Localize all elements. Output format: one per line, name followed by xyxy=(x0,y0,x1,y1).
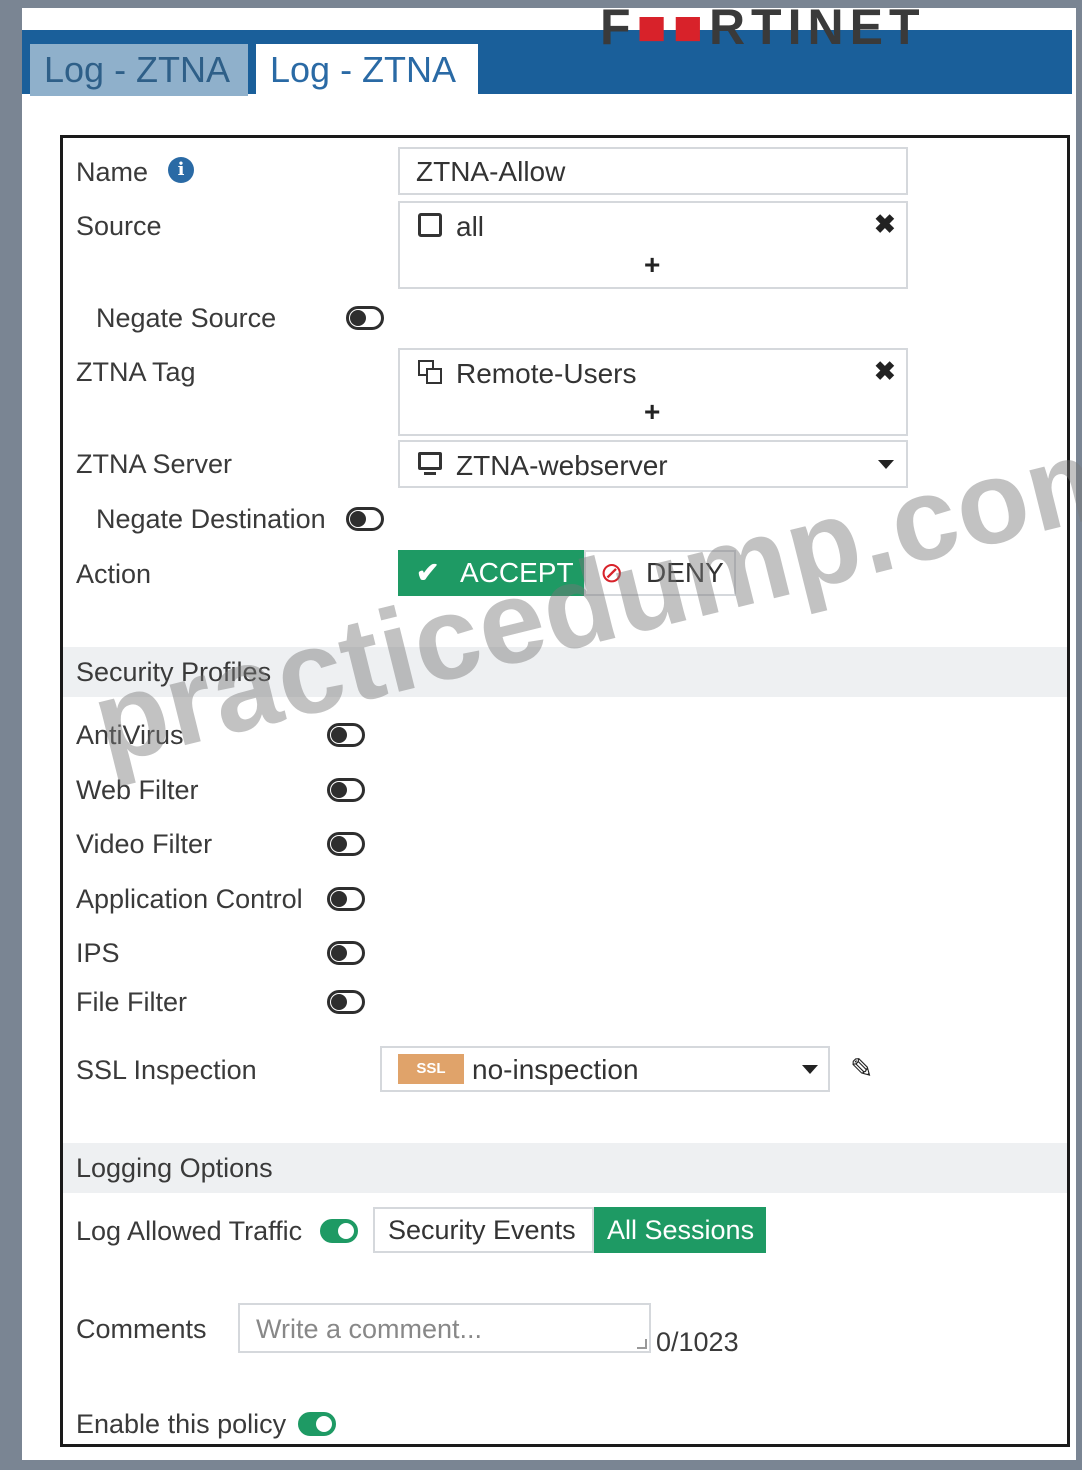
source-label: Source xyxy=(76,211,162,241)
edit-pencil-icon[interactable]: ✎ xyxy=(850,1052,873,1085)
deny-icon: ⊘ xyxy=(600,557,624,588)
security-profiles-header: Security Profiles xyxy=(63,647,1067,697)
chevron-down-icon xyxy=(802,1065,818,1074)
ssl-inspection-select[interactable]: SSL no-inspection xyxy=(380,1046,830,1092)
address-icon xyxy=(418,213,442,237)
application-control-label: Application Control xyxy=(76,884,303,914)
accept-label: ACCEPT xyxy=(460,557,574,588)
comment-char-counter: 0/1023 xyxy=(656,1327,739,1357)
deny-label: DENY xyxy=(646,557,724,588)
all-sessions-button[interactable]: All Sessions xyxy=(594,1207,766,1253)
remove-source-icon[interactable]: ✖ xyxy=(874,209,896,240)
deny-button[interactable]: ⊘ DENY xyxy=(584,550,736,596)
antivirus-toggle[interactable] xyxy=(327,723,365,747)
add-source-icon[interactable]: + xyxy=(644,249,660,281)
antivirus-label: AntiVirus xyxy=(76,720,184,750)
log-allowed-traffic-toggle[interactable] xyxy=(320,1219,358,1243)
enable-policy-toggle[interactable] xyxy=(298,1412,336,1436)
tab-log-ztna-2[interactable]: Log - ZTNA xyxy=(256,44,478,96)
name-input[interactable]: ZTNA-Allow xyxy=(398,147,908,195)
log-allowed-traffic-label: Log Allowed Traffic xyxy=(76,1216,303,1246)
comments-placeholder: Write a comment... xyxy=(256,1314,483,1344)
security-events-button[interactable]: Security Events xyxy=(373,1207,594,1253)
checkmark-icon: ✔ xyxy=(416,557,440,588)
name-input-value: ZTNA-Allow xyxy=(416,156,566,187)
video-filter-toggle[interactable] xyxy=(327,832,365,856)
add-ztna-tag-icon[interactable]: + xyxy=(644,396,660,428)
ips-toggle[interactable] xyxy=(327,941,365,965)
file-filter-label: File Filter xyxy=(76,987,188,1017)
name-label: Name xyxy=(76,157,149,187)
application-control-toggle[interactable] xyxy=(327,887,365,911)
file-filter-toggle[interactable] xyxy=(327,990,365,1014)
ssl-inspection-value: no-inspection xyxy=(472,1054,639,1085)
monitor-stand xyxy=(424,472,436,475)
ztna-server-label: ZTNA Server xyxy=(76,449,233,479)
logging-options-header: Logging Options xyxy=(63,1143,1067,1193)
enable-policy-label: Enable this policy xyxy=(76,1409,287,1439)
fortinet-logo: F■■RTINET xyxy=(600,0,926,55)
negate-source-label: Negate Source xyxy=(96,303,277,333)
comments-label: Comments xyxy=(76,1314,207,1344)
all-sessions-label: All Sessions xyxy=(607,1215,755,1245)
info-icon: i xyxy=(168,157,194,183)
ztna-tag-label: ZTNA Tag xyxy=(76,357,196,387)
action-label: Action xyxy=(76,559,152,589)
chevron-down-icon xyxy=(878,460,894,469)
accept-button[interactable]: ✔ ACCEPT xyxy=(398,550,584,596)
negate-destination-toggle[interactable] xyxy=(346,507,384,531)
source-field[interactable]: all ✖ + xyxy=(398,201,908,289)
ztna-tag-field[interactable]: Remote-Users ✖ + xyxy=(398,348,908,436)
ssl-inspection-label: SSL Inspection xyxy=(76,1055,257,1085)
ztna-server-select[interactable]: ZTNA-webserver xyxy=(398,440,908,488)
negate-source-toggle[interactable] xyxy=(346,306,384,330)
web-filter-toggle[interactable] xyxy=(327,778,365,802)
ztna-server-value: ZTNA-webserver xyxy=(456,450,668,481)
monitor-icon xyxy=(418,452,442,470)
video-filter-label: Video Filter xyxy=(76,829,213,859)
tab-log-ztna-1[interactable]: Log - ZTNA xyxy=(30,44,248,96)
web-filter-label: Web Filter xyxy=(76,775,199,805)
group-icon xyxy=(418,360,442,384)
negate-destination-label: Negate Destination xyxy=(96,504,326,534)
ssl-badge: SSL xyxy=(398,1054,464,1084)
remove-ztna-tag-icon[interactable]: ✖ xyxy=(874,356,896,387)
resize-handle-icon[interactable] xyxy=(637,1339,647,1349)
ips-label: IPS xyxy=(76,938,120,968)
comments-textarea[interactable]: Write a comment... xyxy=(238,1303,651,1353)
ztna-tag-value: Remote-Users xyxy=(456,358,637,389)
source-value: all xyxy=(456,211,485,242)
security-events-label: Security Events xyxy=(388,1215,576,1245)
